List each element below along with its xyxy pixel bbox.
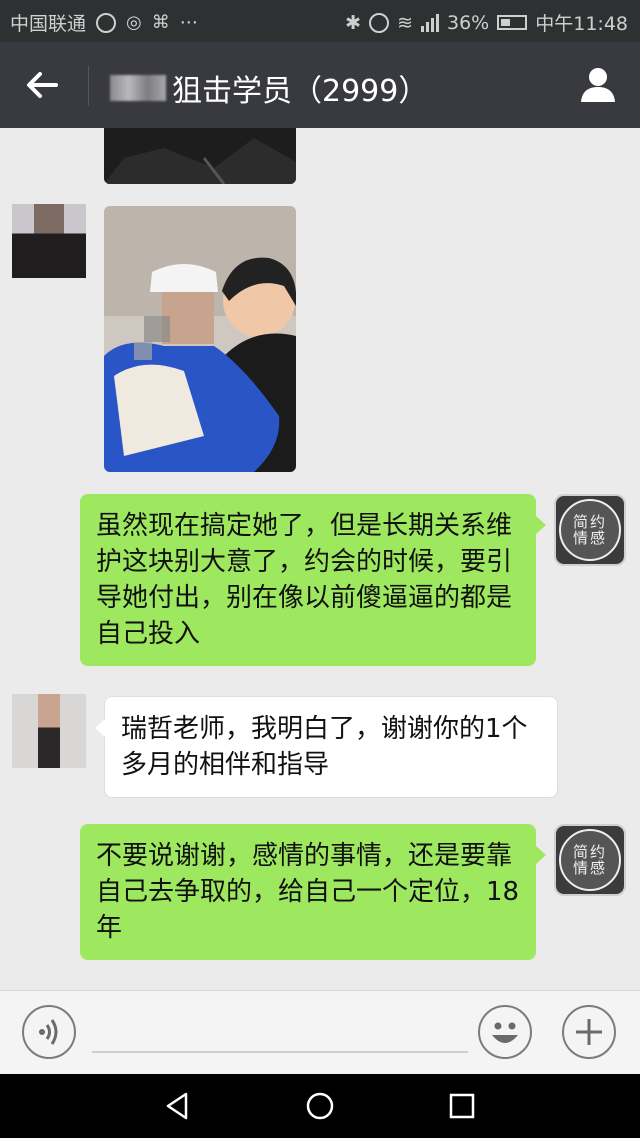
nav-back-icon[interactable] [162,1090,194,1122]
avatar[interactable]: 简约 情感 [554,824,626,896]
brand-logo: 简约 情感 [559,829,621,891]
clock: 中午11:48 [535,13,628,35]
message-bubble-received[interactable]: 瑞哲老师，我明白了，谢谢你的1个多月的相伴和指导 [95,696,558,798]
person-icon[interactable] [578,64,618,104]
header-divider [88,66,89,106]
voice-icon [39,1019,58,1045]
nav-recents-icon[interactable] [446,1090,478,1122]
message-photo[interactable] [104,206,296,472]
brand-text-line2: 情感 [572,529,607,547]
notification-icon [96,12,117,33]
brand-text-line1: 简约 [572,843,607,861]
emoji-button[interactable] [478,1005,532,1059]
system-nav-bar [0,1074,640,1138]
nav-home-icon[interactable] [304,1090,336,1122]
chat-header: 狙击学员（2999） [0,42,640,128]
avatar[interactable] [12,694,86,768]
photo-icon [104,206,296,472]
status-bar: 中国联通 ◎ ⌘ ··· ✱ ≋ 36% 中午11:48 [0,0,640,42]
wechat-icon: ◎ [126,12,142,33]
message-text: 瑞哲老师，我明白了，谢谢你的1个多月的相伴和指导 [121,714,528,780]
battery-percent: 36% [447,11,490,34]
carrier-label: 中国联通 [10,13,87,35]
message-text: 虽然现在搞定她了，但是长期关系维护这块别大意了，约会的时候，要引导她付出，别在像… [96,511,513,649]
chat-title: 狙击学员（2999） [172,74,429,109]
emoji-icon [492,1022,518,1043]
message-photo[interactable] [104,128,296,184]
maps-icon: ⌘ [151,12,170,33]
message-bubble-sent[interactable]: 虽然现在搞定她了，但是长期关系维护这块别大意了，约会的时候，要引导她付出，别在像… [80,494,546,666]
battery-icon [497,15,528,30]
title-wrap: 狙击学员（2999） [110,66,428,110]
photo-icon [104,128,296,184]
more-dots-icon: ··· [179,11,198,34]
brand-logo: 简约 情感 [559,499,621,561]
plus-button[interactable] [562,1005,616,1059]
input-bar [0,990,640,1075]
message-text: 不要说谢谢，感情的事情，还是要靠自己去争取的，给自己一个定位，18年 [96,841,520,943]
wifi-icon: ≋ [397,11,413,34]
alarm-icon [369,12,390,33]
bluetooth-icon: ✱ [345,11,362,34]
voice-button[interactable] [22,1005,76,1059]
plus-icon [576,1019,602,1045]
avatar[interactable] [12,204,86,278]
message-input[interactable] [92,1051,468,1053]
blurred-name [110,75,166,101]
brand-text-line2: 情感 [572,859,607,877]
avatar[interactable]: 简约 情感 [554,494,626,566]
signal-icon [421,13,439,32]
back-arrow-icon[interactable] [20,62,66,108]
message-bubble-sent[interactable]: 不要说谢谢，感情的事情，还是要靠自己去争取的，给自己一个定位，18年 [80,824,546,960]
brand-text-line1: 简约 [572,513,607,531]
chat-area[interactable]: 简约 情感 虽然现在搞定她了，但是长期关系维护这块别大意了，约会的时候，要引导她… [0,128,640,990]
